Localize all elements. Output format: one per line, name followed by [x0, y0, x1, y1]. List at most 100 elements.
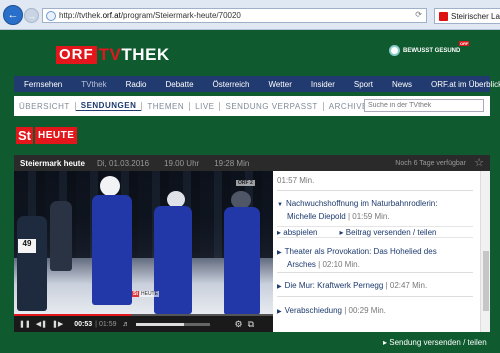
tab-uebersicht[interactable]: ÜBERSICHT: [14, 102, 75, 111]
nav-insider[interactable]: Insider: [301, 80, 344, 89]
logo-heute: HEUTE: [35, 127, 78, 144]
channel-logo-area: St HEUTE: [14, 116, 490, 154]
refresh-icon[interactable]: ⟳: [415, 10, 422, 19]
episode-time: 19.00 Uhr: [164, 158, 200, 168]
chapter-item-expanded[interactable]: ▼ Nachwuchshoffnung im Naturbahnrodlerin:…: [277, 198, 474, 222]
gesund-icon: [389, 45, 400, 56]
tab-sendung-verpasst[interactable]: SENDUNG VERPASST: [220, 102, 322, 111]
availability-text: Noch 6 Tage verfügbar: [395, 159, 466, 167]
episode-date: Di, 01.03.2016: [97, 158, 150, 168]
volume-fill: [135, 322, 184, 326]
bib-number: 49: [18, 239, 36, 253]
skip-forward-icon[interactable]: ❚▶: [52, 320, 63, 328]
orf-favicon-icon: [439, 11, 448, 21]
orf-tvthek-logo[interactable]: ORF TVTHEK: [56, 45, 170, 65]
chapter-title: Die Mur: Kraftwerk Pernegg: [284, 281, 384, 290]
back-button[interactable]: ←: [3, 5, 23, 25]
video-player[interactable]: 49 ORF 2 St HEUTE: [14, 171, 273, 316]
divider: [277, 296, 473, 297]
nav-orf-ueberblick[interactable]: ORF.at im Überblick: [421, 80, 500, 89]
tvthek-logo-text: TVTHEK: [98, 45, 170, 64]
nav-oesterreich[interactable]: Österreich: [203, 80, 259, 89]
skip-back-icon[interactable]: ◀❚: [36, 320, 47, 328]
chapter-list: 01:57 Min. ▼ Nachwuchshoffnung im Naturba…: [273, 171, 490, 332]
browser-toolbar: ← → http://tvthek.orf.at/program/Steierm…: [0, 0, 500, 30]
video-watermark: St HEUTE: [132, 291, 159, 297]
orf-mini-badge: ORF: [459, 41, 470, 46]
watermark-heute: HEUTE: [140, 291, 159, 297]
orf-logo-text: ORF: [56, 46, 97, 64]
chevron-right-icon: ▶: [277, 250, 282, 256]
watermark-st: St: [132, 291, 139, 297]
share-episode-label: Sendung versenden / teilen: [389, 338, 487, 347]
chapter-cut-duration: 01:57 Min.: [277, 176, 315, 185]
chapter-title: Verabschiedung: [284, 306, 343, 315]
progress-bar[interactable]: [14, 314, 273, 316]
gear-icon[interactable]: ⚙: [235, 319, 243, 330]
chapter-item[interactable]: ▶ Die Mur: Kraftwerk Pernegg | 02:47 Min.: [277, 280, 474, 293]
sub-navigation: ÜBERSICHT SENDUNGEN THEMEN LIVE SENDUNG …: [14, 96, 490, 116]
site-header: ORF TVTHEK BEWUSST GESUND ORF: [0, 31, 500, 76]
chapter-scrollbar[interactable]: [480, 171, 490, 332]
nav-debatte[interactable]: Debatte: [156, 80, 203, 89]
fullscreen-icon[interactable]: ⧉: [248, 319, 254, 330]
orf2-channel-bug: ORF 2: [236, 180, 255, 186]
pause-icon[interactable]: ❚❚: [19, 320, 31, 328]
arrow-right-icon: →: [27, 10, 36, 21]
share-episode-link[interactable]: ▸ Sendung versenden / teilen: [383, 338, 487, 347]
url-text: http://tvthek.orf.at/program/Steiermark-…: [59, 11, 241, 20]
video-person: [17, 216, 47, 311]
chapter-duration: | 00:29 Min.: [344, 306, 386, 315]
nav-wetter[interactable]: Wetter: [258, 80, 300, 89]
play-chapter-button[interactable]: ▸ abspielen: [277, 228, 318, 237]
scrollbar-thumb[interactable]: [483, 251, 489, 311]
browser-tab[interactable]: Steirischer Lan: [434, 8, 500, 24]
volume-slider[interactable]: [135, 322, 210, 326]
arrow-left-icon: ←: [7, 9, 19, 21]
chapter-actions: ▸ abspielen ▸ Beitrag versenden / teilen: [277, 226, 473, 238]
tab-themen[interactable]: THEMEN: [142, 102, 189, 111]
video-person: [154, 206, 192, 314]
chapter-item[interactable]: ▶ Verabschiedung | 00:29 Min.: [277, 305, 474, 318]
episode-title: Steiermark heute: [20, 158, 85, 168]
divider: [277, 190, 473, 191]
episode-duration: 19:28 Min: [214, 158, 250, 168]
nav-sport[interactable]: Sport: [344, 80, 382, 89]
video-person: [224, 207, 260, 315]
chapter-title-2: Michelle Diepold: [287, 212, 346, 221]
episode-info-bar: Steiermark heute Di, 01.03.2016 19.00 Uh…: [14, 155, 490, 171]
video-helmet: [100, 176, 120, 196]
share-chapter-button[interactable]: ▸ Beitrag versenden / teilen: [340, 228, 437, 237]
total-time: 01:59: [98, 320, 117, 328]
chapter-duration: | 02:47 Min.: [385, 281, 428, 290]
player-controls: ❚❚ ◀❚ ❚▶ 00:53 | 01:59 ♬ ⚙ ⧉: [14, 314, 273, 332]
current-time: 00:53: [74, 320, 93, 328]
volume-icon[interactable]: ♬: [123, 321, 130, 328]
bewusst-gesund-link[interactable]: BEWUSST GESUND: [389, 45, 460, 56]
star-icon[interactable]: ☆: [474, 156, 484, 169]
tab-sendungen[interactable]: SENDUNGEN: [75, 101, 142, 111]
nav-news[interactable]: News: [382, 80, 421, 89]
chevron-right-icon: ▶: [277, 309, 282, 315]
forward-button[interactable]: →: [24, 8, 39, 23]
chapter-title: Theater als Provokation: Das Hohelied de…: [284, 247, 437, 256]
chapter-title: Nachwuchshoffnung im Naturbahnrodlerin:: [285, 199, 438, 208]
tab-live[interactable]: LIVE: [190, 102, 219, 111]
chapter-duration: | 02:10 Min.: [318, 260, 360, 269]
chapter-title-2: Arsches: [287, 260, 316, 269]
nav-fernsehen[interactable]: Fernsehen: [14, 80, 71, 89]
nav-radio[interactable]: Radio: [116, 80, 156, 89]
address-bar[interactable]: http://tvthek.orf.at/program/Steiermark-…: [42, 8, 427, 23]
logo-st: St: [16, 127, 33, 144]
chevron-down-icon: ▼: [277, 202, 283, 208]
search-input[interactable]: [364, 99, 484, 112]
steiermark-heute-logo[interactable]: St HEUTE: [16, 127, 78, 144]
chapter-item[interactable]: ▶ Theater als Provokation: Das Hohelied d…: [277, 246, 474, 270]
video-person: [92, 195, 132, 305]
divider: [277, 272, 473, 273]
main-navigation: Fernsehen TVthek Radio Debatte Österreic…: [14, 76, 500, 92]
gesund-label: BEWUSST GESUND: [403, 47, 461, 54]
chapter-duration: | 01:59 Min.: [347, 212, 390, 221]
tab-title: Steirischer Lan: [451, 11, 500, 21]
nav-tvthek[interactable]: TVthek: [71, 80, 115, 89]
